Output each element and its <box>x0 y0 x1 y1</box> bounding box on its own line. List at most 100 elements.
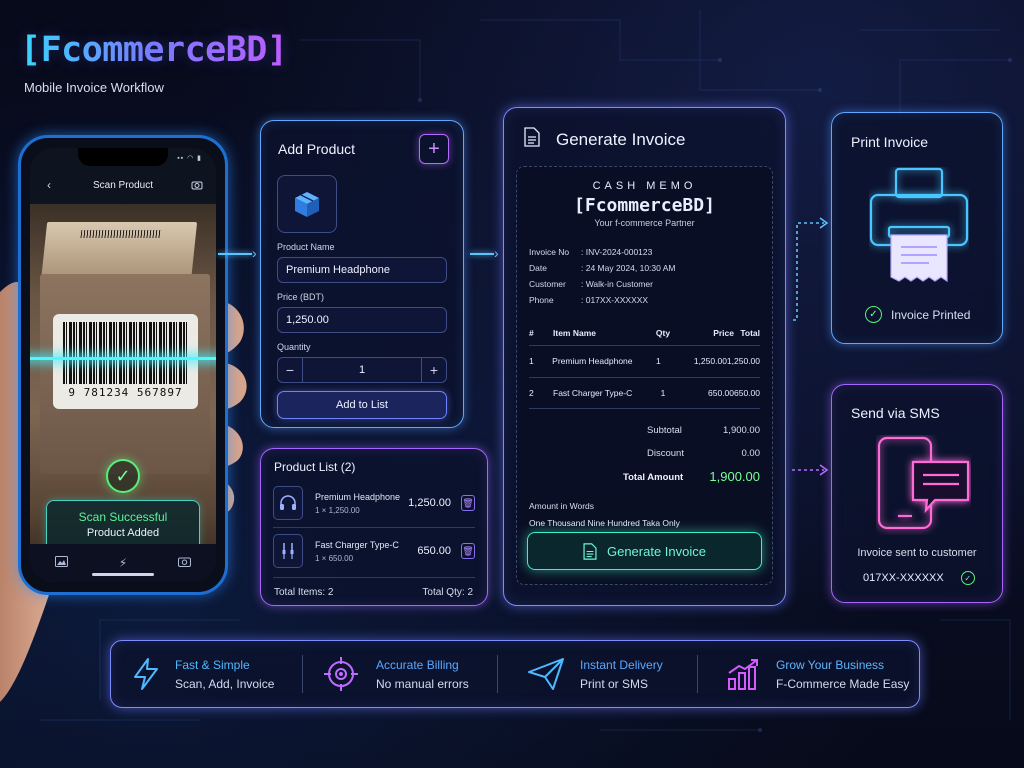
generate-invoice-card: Generate Invoice CASH MEMO [FcommerceBD]… <box>503 107 786 606</box>
feature-subtitle: No manual errors <box>376 676 469 691</box>
feature-divider <box>697 655 698 693</box>
phone-toolbar: ⚡ <box>30 544 216 582</box>
total-items-label: Total Items: <box>274 587 326 598</box>
phone-chat-icon <box>877 436 970 530</box>
box-3d-icon <box>295 192 319 217</box>
feature-title: Accurate Billing <box>376 657 459 672</box>
quantity-value[interactable]: 1 <box>302 358 422 382</box>
memo-tagline: Your f-commerce Partner <box>594 218 695 228</box>
scan-title: Scan Product <box>92 179 154 191</box>
cell: 650.00 <box>734 388 760 398</box>
flash-off-icon[interactable]: ⚡ <box>119 556 127 570</box>
phone-row: Phone: 017XX-XXXXXX <box>529 295 648 305</box>
add-product-card: Add Product + Product Name Premium Headp… <box>260 120 464 428</box>
camera-switch-icon[interactable] <box>190 178 204 192</box>
printer-icon <box>869 167 969 283</box>
col-header-index: # <box>529 328 534 338</box>
list-divider <box>273 527 475 528</box>
table-divider <box>529 408 760 409</box>
price-input[interactable]: 1,250.00 <box>277 307 447 333</box>
scan-detail-text: Product Added <box>86 527 160 539</box>
cell: Premium Headphone <box>552 356 633 366</box>
list-item-qty-price: 1 × 650.00 <box>315 553 354 563</box>
add-new-plus-button[interactable]: + <box>419 134 449 164</box>
memo-title: CASH MEMO <box>592 180 697 192</box>
arrow-invoice-to-print <box>793 217 829 321</box>
phone-screen: ▪▪ ◠ ▮ ‹ Scan Product 9 781234 567897 ✓ … <box>30 148 216 582</box>
amount-words-label: Amount in Words <box>529 501 595 511</box>
table-divider <box>529 377 760 378</box>
memo-brand: [FcommerceBD] <box>574 195 715 216</box>
camera-flip-icon[interactable] <box>177 556 191 570</box>
discount-value: 0.00 <box>741 448 761 459</box>
info-key: Date <box>529 263 547 273</box>
trash-icon[interactable]: 🗑 <box>461 543 475 559</box>
trash-icon[interactable]: 🗑 <box>461 495 475 511</box>
document-icon <box>583 542 597 560</box>
print-invoice-card: Print Invoice ✓ Invoice Printed <box>831 112 1003 344</box>
feature-subtitle: F-Commerce Made Easy <box>776 676 910 691</box>
product-name-input[interactable]: Premium Headphone <box>277 257 447 283</box>
total-qty: Total Qty: 2 <box>422 587 473 598</box>
info-value: : 017XX-XXXXXX <box>581 295 649 305</box>
list-item-name: Premium Headphone <box>315 491 401 502</box>
table-row: 1 Premium Headphone 1 1,250.00 1,250.00 <box>529 356 760 366</box>
arrow-invoice-to-sms <box>792 464 829 476</box>
subtotal-value: 1,900.00 <box>723 425 760 436</box>
feature-divider <box>302 655 303 693</box>
target-icon <box>324 657 358 691</box>
sms-phone-row: 017XX-XXXXXX ✓ <box>863 571 975 585</box>
total-items-value: 2 <box>327 587 334 598</box>
quantity-stepper: − 1 + <box>277 357 447 383</box>
price-label: Price (BDT) <box>277 292 324 302</box>
phone-notch <box>78 148 168 166</box>
feature-title: Fast & Simple <box>175 657 250 672</box>
invoice-table-header: # Item Name Qty Price Total <box>529 328 760 338</box>
feature-grow-business: Grow Your Business F-Commerce Made Easy <box>726 640 909 708</box>
barcode-number: 9 781234 567897 <box>68 386 183 399</box>
add-product-title: Add Product <box>278 141 356 157</box>
feature-accurate-billing: Accurate Billing No manual errors <box>323 640 469 708</box>
info-value: : INV-2024-000123 <box>581 247 653 257</box>
feature-title: Grow Your Business <box>776 657 885 672</box>
feature-title: Instant Delivery <box>580 657 663 672</box>
product-name-label: Product Name <box>277 242 335 252</box>
list-item[interactable]: Premium Headphone 1 × 1,250.00 1,250.00 … <box>273 483 475 523</box>
barcode-bars <box>63 322 188 384</box>
generate-invoice-button[interactable]: Generate Invoice <box>527 532 762 570</box>
feature-fast-simple: Fast & Simple Scan, Add, Invoice <box>131 640 274 708</box>
product-list-card: Product List (2) Premium Headphone 1 × 1… <box>260 448 488 606</box>
back-chevron-icon[interactable]: ‹ <box>42 178 56 192</box>
document-icon <box>524 127 540 147</box>
cell: 1 <box>529 356 534 366</box>
table-row: 2 Fast Charger Type-C 1 650.00 650.00 <box>529 388 760 398</box>
list-item[interactable]: Fast Charger Type-C 1 × 650.00 650.00 🗑 <box>273 531 475 571</box>
feature-subtitle: Scan, Add, Invoice <box>175 676 275 691</box>
col-header-item: Item Name <box>553 328 596 338</box>
sms-status-text: Invoice sent to customer <box>857 547 977 559</box>
total-amount-value: 1,900.00 <box>709 469 760 484</box>
list-item-total: 1,250.00 <box>408 497 451 509</box>
scan-laser-line <box>30 357 216 360</box>
brand-tagline: Mobile Invoice Workflow <box>24 80 164 95</box>
invoice-title: Generate Invoice <box>556 130 686 149</box>
info-value: : 24 May 2024, 10:30 AM <box>581 263 676 273</box>
col-header-total: Total <box>740 328 760 338</box>
total-qty-label: Total Qty: <box>422 587 465 598</box>
charger-icon <box>273 534 303 568</box>
product-image-box[interactable] <box>277 175 337 233</box>
feature-instant-delivery: Instant Delivery Print or SMS <box>527 640 663 708</box>
col-header-qty: Qty <box>655 328 671 338</box>
increment-button[interactable]: + <box>422 358 446 382</box>
cell: 2 <box>529 388 534 398</box>
table-divider <box>529 345 760 346</box>
decrement-button[interactable]: − <box>278 358 302 382</box>
gallery-icon[interactable] <box>55 556 69 570</box>
phone-device: ▪▪ ◠ ▮ ‹ Scan Product 9 781234 567897 ✓ … <box>18 135 228 595</box>
total-items: Total Items: 2 <box>274 587 333 598</box>
amount-words-value: One Thousand Nine Hundred Taka Only <box>529 518 680 528</box>
box-top <box>40 222 198 282</box>
invoice-no-row: Invoice No: INV-2024-000123 <box>529 247 652 257</box>
cell: 1 <box>660 388 666 398</box>
add-to-list-button[interactable]: Add to List <box>277 391 447 419</box>
